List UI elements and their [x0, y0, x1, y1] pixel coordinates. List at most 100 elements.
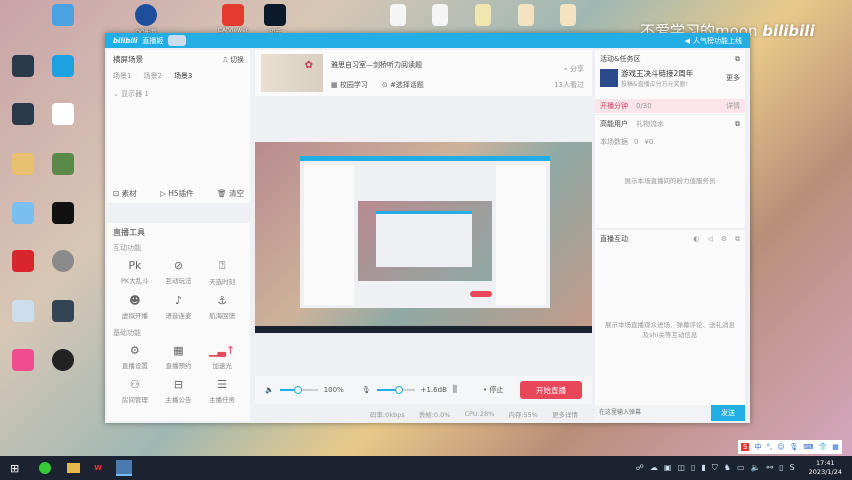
desktop-icon[interactable]	[390, 4, 406, 26]
clock[interactable]: 17:41 2023/1/24	[809, 459, 842, 477]
volume-icon[interactable]: ◐	[693, 235, 699, 244]
source-item[interactable]: ⌄ 显示器 1	[113, 89, 244, 99]
details-link[interactable]: 详情	[726, 101, 740, 111]
popout-icon[interactable]: ⧉	[735, 55, 740, 64]
desktop-icon[interactable]	[12, 153, 34, 175]
more-link[interactable]: 更多	[726, 73, 740, 83]
sogou-icon[interactable]: S	[741, 443, 750, 451]
category[interactable]: ▦ 校园学习	[331, 80, 368, 90]
volume-slider[interactable]	[279, 386, 318, 394]
room-cover[interactable]: ✿	[261, 54, 323, 92]
desktop-icon[interactable]	[12, 202, 34, 224]
desktop-icon[interactable]	[12, 103, 34, 125]
mixer-icon[interactable]: ⫼	[453, 385, 457, 395]
wps-icon[interactable]: W	[94, 464, 102, 472]
volume-value: 100%	[323, 386, 344, 394]
popout-icon[interactable]: ⧉	[735, 235, 740, 244]
desktop-icon[interactable]	[518, 4, 534, 26]
game-icon: ⊘	[173, 259, 184, 272]
clear-button[interactable]: 🗑 清空	[217, 188, 244, 199]
tool-announcement[interactable]: ⊟ 主播公告	[157, 378, 201, 404]
tool-fleet-reward[interactable]: ⚓ 航海回馈	[200, 294, 244, 320]
notice-link[interactable]: 人气榜功能上线	[693, 36, 742, 46]
tool-settings[interactable]: ⚙ 直播设置	[113, 344, 157, 370]
desktop-icon[interactable]	[475, 4, 491, 26]
desktop-icon[interactable]	[52, 4, 74, 26]
tab-scene-2[interactable]: 场景2	[143, 71, 161, 81]
score-bar[interactable]: 开播分钟 0/30 详情	[595, 99, 745, 113]
material-button[interactable]: ⊡ 素材	[113, 188, 137, 199]
desktop-icon[interactable]	[432, 4, 448, 26]
desktop-icon[interactable]	[12, 349, 34, 371]
taskbar: ⊞ W ☍☁▣◫▯▮⛉♞▭🔈⚯▯S 17:41 2023/1/24	[0, 456, 852, 480]
desktop-icon[interactable]	[560, 4, 576, 26]
tool-virtual[interactable]: ☻ 虚拟开播	[113, 294, 157, 320]
tab-high-energy-users[interactable]: 高能用户	[600, 119, 628, 129]
desktop-icon[interactable]	[12, 250, 34, 272]
punctuation-icon[interactable]: °,	[766, 443, 772, 451]
control-bar: 🔈 100% 🎙 +1.6dB ⫼ • 停止 开始直播	[255, 376, 592, 404]
desktop-icon[interactable]	[12, 55, 34, 77]
share-button[interactable]: ⌁ 分享	[564, 64, 584, 74]
users-icon: ⚇	[129, 378, 140, 391]
stop-button[interactable]: • 停止	[483, 385, 503, 395]
app-icon[interactable]	[39, 462, 52, 474]
tool-interactive-play[interactable]: ⊘ 互动玩法	[157, 259, 201, 286]
room-title[interactable]: 雅思自习室—剑桥听力阅读题	[331, 60, 422, 70]
skin-icon[interactable]: 👕	[819, 443, 828, 451]
live-app-icon[interactable]	[115, 460, 132, 476]
pk-icon: Pk	[128, 259, 142, 272]
tab-scene-1[interactable]: 场景1	[113, 71, 131, 81]
start-live-button[interactable]: 开始直播	[520, 381, 582, 399]
app-logo: bilibili	[113, 36, 138, 45]
tool-voice-link[interactable]: ♪ 语音连麦	[157, 294, 201, 320]
desktop-icon[interactable]	[52, 250, 74, 272]
file-explorer-icon[interactable]	[67, 463, 81, 473]
desktop-icon[interactable]	[52, 55, 74, 77]
h5-plugin-button[interactable]: ▷ H5插件	[160, 188, 194, 199]
emoji-icon[interactable]: ☺	[777, 443, 784, 451]
desktop-icon[interactable]	[52, 300, 74, 322]
ime-toolbar: S 中 °, ☺ 🎙 ⌨ 👕 ▦	[738, 440, 842, 454]
back-icon[interactable]: ◁	[707, 235, 712, 244]
tool-schedule[interactable]: ▦ 直播预约	[157, 344, 201, 370]
topic[interactable]: ⊙ #选择话题	[382, 80, 424, 90]
tool-pk[interactable]: Pk PK大乱斗	[113, 259, 157, 286]
desktop-icon[interactable]	[222, 4, 244, 26]
desktop-icon[interactable]	[52, 153, 74, 175]
desktop-icon[interactable]	[135, 4, 157, 26]
list-icon: ☰	[217, 378, 228, 391]
speaker-icon[interactable]: 🔈	[265, 386, 274, 394]
tool-room-admin[interactable]: ⚇ 房间管理	[113, 378, 157, 404]
chat-input[interactable]	[595, 405, 711, 421]
desktop-icon[interactable]	[52, 202, 74, 224]
desktop-icon[interactable]	[52, 349, 74, 371]
event-banner[interactable]: 游戏王决斗链接2周年 投稿&直播瓜分万元奖励! 更多	[600, 68, 740, 88]
desktop-icon[interactable]	[52, 103, 74, 125]
tab-scene-3[interactable]: 场景3	[174, 71, 192, 81]
start-icon[interactable]: ⊞	[10, 462, 19, 475]
activity-title: 活动&任务区	[600, 55, 641, 63]
memory-usage: 内存:55%	[508, 411, 538, 419]
popout-icon[interactable]: ⧉	[735, 120, 740, 129]
tab-gift-flow[interactable]: 礼物流水	[636, 119, 664, 129]
toolbox-icon[interactable]: ▦	[832, 443, 839, 451]
settings-icon[interactable]: ⚙	[721, 235, 727, 244]
ime-mode[interactable]: 中	[754, 442, 761, 452]
keyboard-icon[interactable]: ⌨	[803, 443, 813, 451]
bitrate: 码率:0kbps	[370, 411, 405, 419]
desktop-icon[interactable]	[12, 300, 34, 322]
desktop-icon[interactable]	[264, 4, 286, 26]
mascot-icon	[168, 35, 187, 46]
tool-tasks[interactable]: ☰ 主播任务	[200, 378, 244, 404]
system-tray[interactable]: ☍☁▣◫▯▮⛉♞▭🔈⚯▯S	[636, 463, 801, 473]
switch-button[interactable]: ⎍ 切换	[223, 55, 244, 65]
tool-boost[interactable]: ▁▃↑ 加速光	[200, 344, 244, 370]
mic-icon[interactable]: 🎙	[790, 443, 799, 451]
live-streaming-window: bilibili 直播姬 ◀ 人气榜功能上线 横屏场景 ⎍ 切换 场景1 场景2…	[105, 33, 750, 423]
tool-lottery[interactable]: ⍰ 天选时刻	[200, 259, 244, 286]
more-details-link[interactable]: 更多详情	[552, 409, 578, 419]
send-button[interactable]: 发送	[711, 405, 745, 421]
mic-slider[interactable]	[376, 386, 415, 394]
mic-icon[interactable]: 🎙	[362, 386, 371, 394]
